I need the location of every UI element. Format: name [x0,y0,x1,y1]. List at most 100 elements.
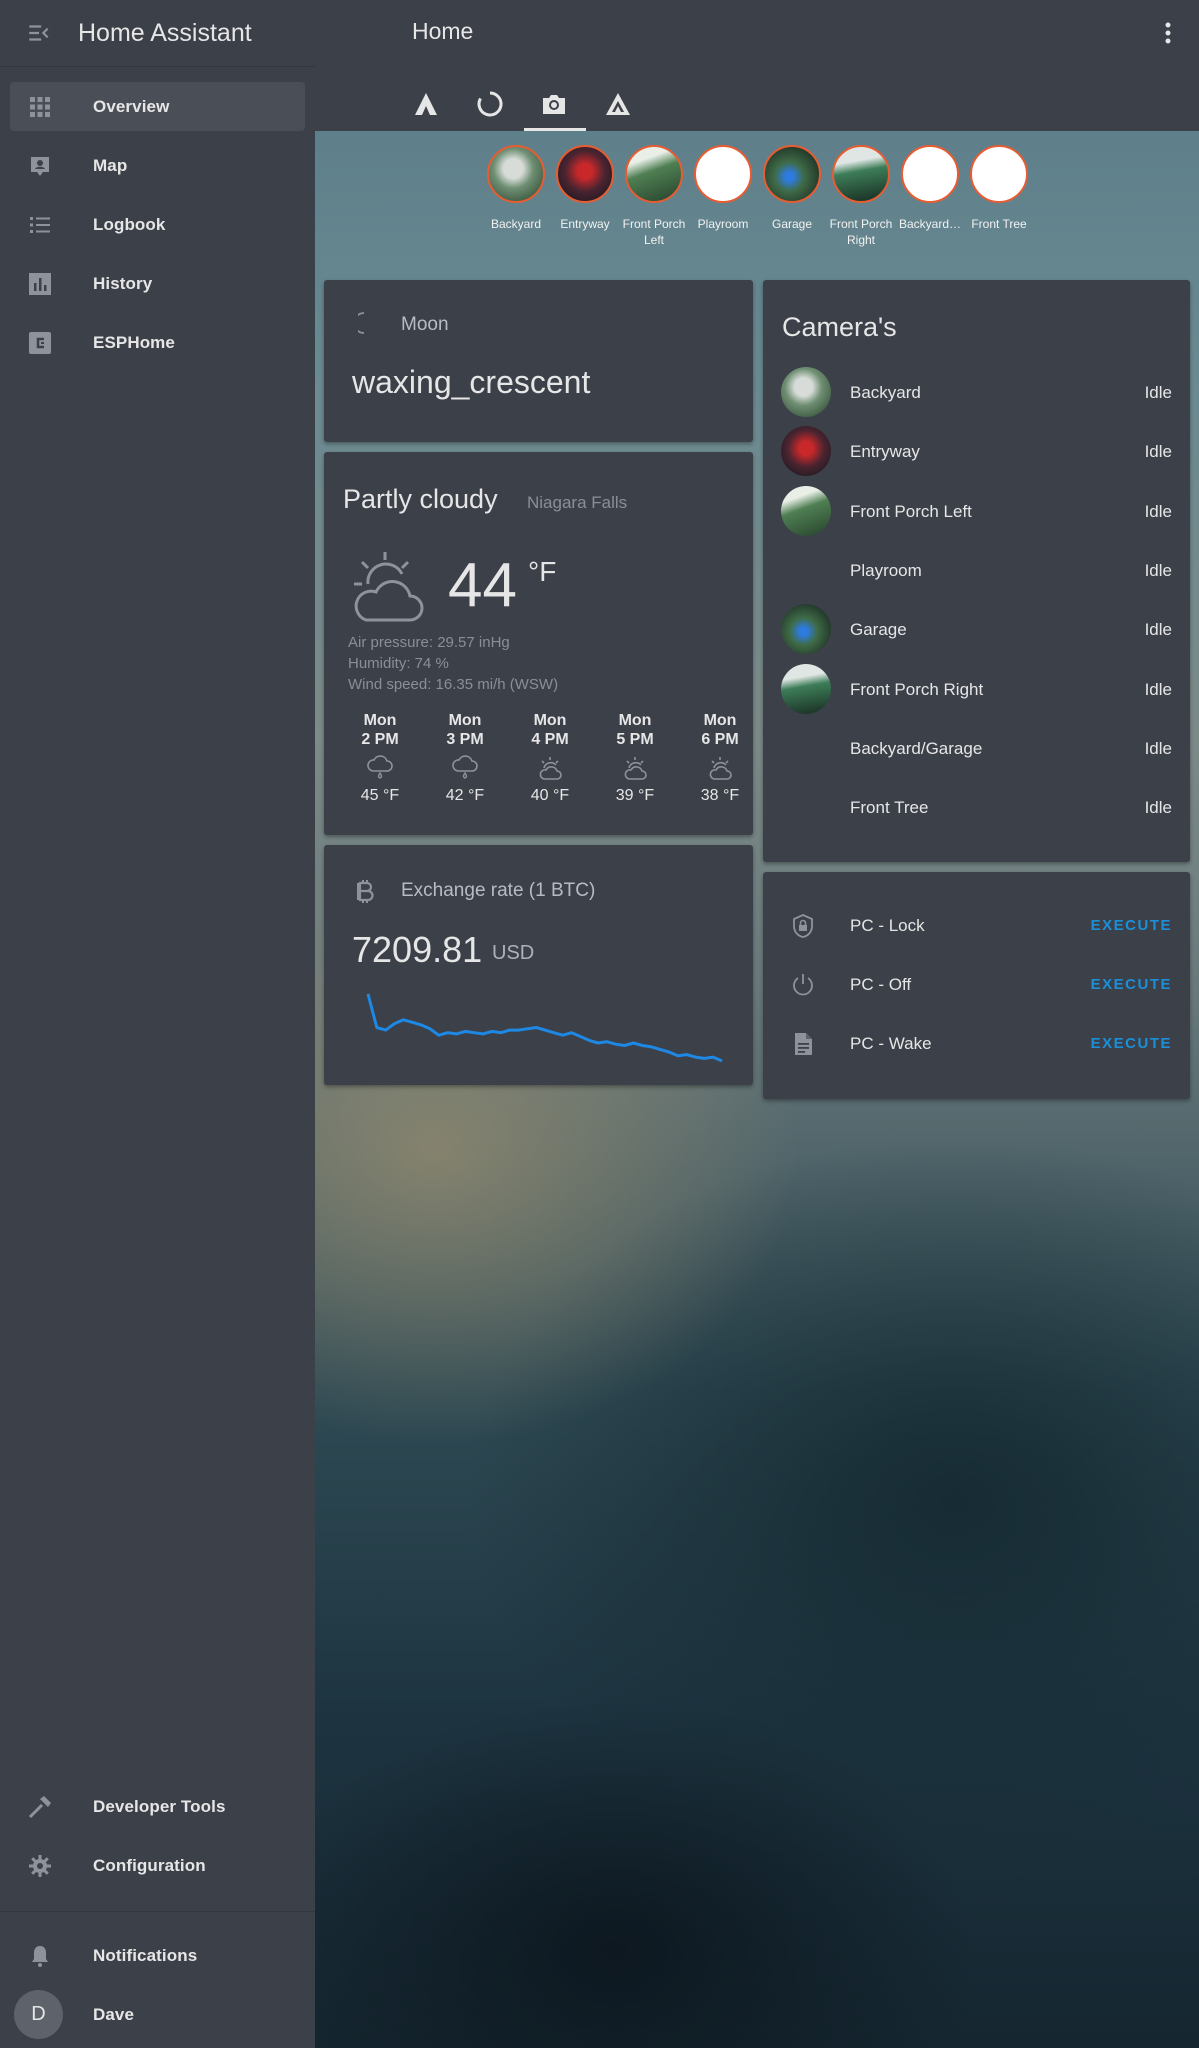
shapes-icon [606,93,630,115]
camera-thumbnail [556,145,614,203]
bitcoin-icon [357,880,374,903]
sidebar-item-configuration[interactable]: Configuration [10,1841,305,1890]
forecast-time: 2 PM [361,731,399,748]
app-title: Home Assistant [78,18,252,47]
camera-badge[interactable]: Front Porch Left [619,145,689,248]
forecast-temp: 38 °F [700,787,740,804]
forecast-item: Mon 4 PM 40 °F [514,711,586,805]
sidebar-divider [0,1911,315,1912]
camera-name: Garage [850,620,907,640]
camera-badge-label: Backyard… [898,217,962,231]
camera-badge-label: Front Porch Left [622,217,686,247]
camera-state: Idle [1144,501,1172,521]
camera-thumbnail [781,367,831,417]
weather-humidity: Humidity: 74 % [348,655,449,672]
camera-badge[interactable]: Playroom [688,145,758,232]
forecast-item: Mon 6 PM 38 °F [684,711,756,805]
camera-row[interactable]: Entryway Idle [763,423,1190,479]
btc-card[interactable]: Exchange rate (1 BTC) 7209.81 USD [324,845,753,1085]
sidebar-item-overview[interactable]: Overview [10,82,305,131]
forecast-item: Mon 3 PM 42 °F [429,711,501,805]
moon-card[interactable]: Moon waxing_crescent [324,280,753,442]
menu-collapse-button[interactable] [0,0,78,67]
camera-badge[interactable]: Backyard… [895,145,965,232]
btc-title: Exchange rate (1 BTC) [401,880,596,901]
camera-thumbnail [763,145,821,203]
hammer-icon [27,1794,53,1820]
rain-cloud-icon [429,753,501,783]
execute-button[interactable]: EXECUTE [1091,917,1172,934]
camera-state: Idle [1144,620,1172,640]
sidebar-item-label: Logbook [93,214,166,234]
map-icon [27,153,53,179]
forecast-temp: 45 °F [360,787,400,804]
night-partly-cloudy-icon [599,753,671,783]
camera-thumbnail [781,426,831,477]
grid-icon [27,94,53,120]
forecast-day: Mon [363,712,397,729]
camera-row[interactable]: Backyard Idle [763,364,1190,420]
night-partly-cloudy-icon [514,753,586,783]
camera-thumbnail [487,145,545,203]
moon-icon [358,312,365,334]
execute-button[interactable]: EXECUTE [1091,976,1172,993]
gear-icon [27,1853,53,1879]
sidebar-item-user[interactable]: Dave [10,1990,305,2039]
circle-icon [477,91,503,117]
sidebar-item-developer-tools[interactable]: Developer Tools [10,1782,305,1831]
more-options-button[interactable] [1153,18,1183,48]
tab-4[interactable] [589,82,647,126]
tab-1[interactable] [397,82,455,126]
sidebar-item-label: Developer Tools [93,1796,226,1816]
camera-state: Idle [1144,738,1172,758]
camera-row[interactable]: Front Porch Right Idle [763,661,1190,717]
camera-name: Entryway [850,442,920,462]
camera-name: Front Porch Right [850,679,984,699]
camera-state: Idle [1144,442,1172,462]
camera-row[interactable]: Playroom Idle [763,542,1190,598]
camera-thumbnail [781,604,831,655]
sidebar-item-notifications[interactable]: Notifications [10,1931,305,1980]
forecast-temp: 40 °F [530,787,570,804]
camera-badge[interactable]: Entryway [550,145,620,232]
camera-badge-label: Entryway [560,217,610,231]
forecast-time: 4 PM [531,731,569,748]
camera-row[interactable]: Backyard/Garage Idle [763,720,1190,776]
camera-badge[interactable]: Garage [757,145,827,232]
camera-placeholder [694,145,752,203]
partly-cloudy-icon [354,552,424,622]
sidebar-item-esphome[interactable]: ESPHome [10,318,305,367]
active-tab-indicator [524,128,586,131]
sidebar-item-label: ESPHome [93,332,175,352]
sidebar: Home Assistant Overview Map Logbook Hist… [0,0,315,2048]
scripts-card: PC - Lock EXECUTE PC - Off EXECUTE PC - Wake… [763,872,1190,1099]
sidebar-item-logbook[interactable]: Logbook [10,200,305,249]
list-icon [27,212,53,238]
app-toolbar: Home [315,0,1199,131]
btc-unit: USD [492,942,535,964]
script-row: PC - Wake EXECUTE [763,1016,1190,1072]
camera-thumbnail [781,485,831,536]
user-name: Dave [93,2004,135,2024]
camera-badge[interactable]: Front Porch Right [826,145,896,248]
forecast-temp: 39 °F [615,787,655,804]
tab-3[interactable] [525,82,583,126]
execute-button[interactable]: EXECUTE [1091,1035,1172,1052]
tab-2[interactable] [461,82,519,126]
main-view: Home Backyard Entryway Front Porch Left Pla… [315,0,1199,2048]
night-partly-cloudy-icon [684,753,756,783]
camera-row[interactable]: Garage Idle [763,601,1190,657]
script-row: PC - Lock EXECUTE [763,898,1190,954]
camera-badge[interactable]: Backyard [481,145,551,232]
camera-badge[interactable]: Front Tree [964,145,1034,232]
forecast-time: 3 PM [446,731,484,748]
sidebar-item-history[interactable]: History [10,259,305,308]
camera-row[interactable]: Front Tree Idle [763,779,1190,835]
camera-row[interactable]: Front Porch Left Idle [763,483,1190,539]
script-row: PC - Off EXECUTE [763,957,1190,1013]
camera-badge-label: Playroom [697,217,749,231]
camera-thumbnail [832,145,890,203]
sidebar-item-map[interactable]: Map [10,141,305,190]
btc-value: 7209.81 [352,929,483,970]
script-name: PC - Lock [850,916,925,935]
